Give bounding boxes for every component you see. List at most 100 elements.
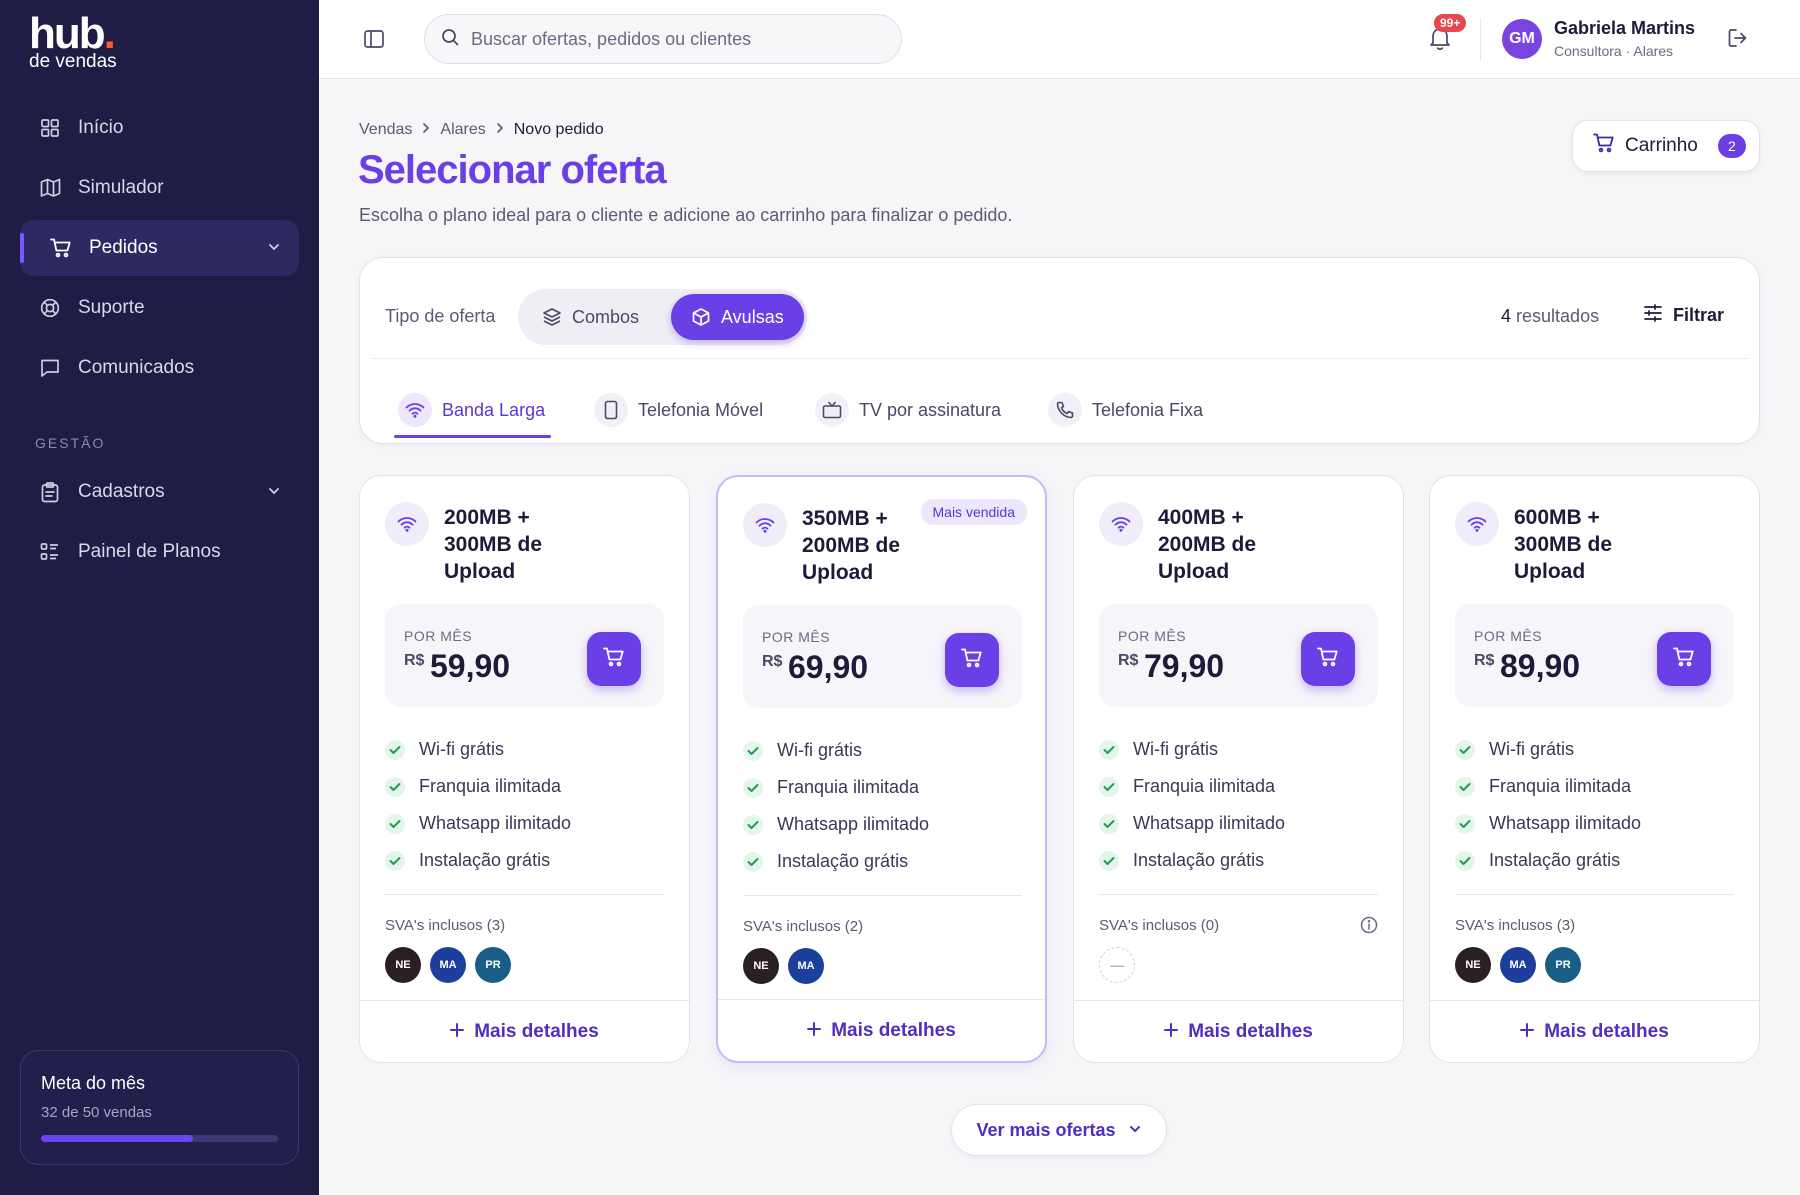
plan-name: 600MB + 300MB de Upload <box>1514 506 1613 583</box>
app-logo[interactable]: hub. de vendas <box>29 12 117 72</box>
check-icon <box>385 850 405 871</box>
sidebar-item-label: Painel de Planos <box>78 541 221 562</box>
sidebar-item-comunicados[interactable]: Comunicados <box>20 340 299 396</box>
page-subtitle: Escolha o plano ideal para o cliente e a… <box>359 205 1013 225</box>
tab-telefonia-fixa[interactable]: Telefonia Fixa <box>1048 382 1203 438</box>
offer-type-toggle: Combos Avulsas <box>518 289 807 345</box>
logout-icon[interactable] <box>1727 27 1749 54</box>
check-icon <box>1455 776 1475 797</box>
feature-text: Franquia ilimitada <box>777 777 920 797</box>
wifi-icon <box>1099 502 1143 546</box>
sva-badge[interactable]: NE <box>385 947 421 983</box>
combos-toggle-button[interactable]: Combos <box>532 294 662 340</box>
goal-subtitle: 32 de 50 vendas <box>41 1104 152 1121</box>
more-details-label: Mais detalhes <box>831 1019 956 1041</box>
sidebar-item-label: Suporte <box>78 297 145 318</box>
tab-tv-por-assinatura[interactable]: TV por assinatura <box>815 382 1001 438</box>
add-to-cart-button[interactable] <box>1657 632 1711 686</box>
breadcrumb: Vendas Alares Novo pedido <box>359 121 604 139</box>
filter-button[interactable]: Filtrar <box>1643 304 1724 327</box>
cart-icon <box>1317 647 1339 672</box>
check-icon <box>1099 813 1119 834</box>
price-period-label: POR MÊS <box>404 628 473 644</box>
list-item: Franquia ilimitada <box>1455 768 1735 805</box>
search-input[interactable] <box>471 28 871 50</box>
goal-title: Meta do mês <box>41 1073 146 1093</box>
breadcrumb-current: Novo pedido <box>513 121 604 138</box>
chevron-down-icon <box>1128 1120 1142 1141</box>
sidebar-item-simulador[interactable]: Simulador <box>20 160 299 216</box>
wifi-icon <box>1455 502 1499 546</box>
breadcrumb-item[interactable]: Vendas <box>359 121 412 139</box>
breadcrumb-item[interactable]: Alares <box>440 121 485 139</box>
sva-badge[interactable]: NE <box>1455 947 1491 983</box>
page-title: Selecionar oferta <box>358 148 667 192</box>
sidebar-item-pedidos[interactable]: Pedidos <box>20 220 299 276</box>
wifi-icon <box>743 503 787 547</box>
sva-badge[interactable]: MA <box>1500 947 1536 983</box>
list-icon <box>39 541 61 563</box>
sva-badges: NE MA PR <box>385 947 511 983</box>
check-icon <box>743 777 763 798</box>
cart-button[interactable]: Carrinho 2 <box>1572 120 1760 172</box>
add-to-cart-button[interactable] <box>587 632 641 686</box>
list-item: Whatsapp ilimitado <box>1455 805 1735 842</box>
list-item: Instalação grátis <box>1455 842 1735 879</box>
more-details-button[interactable]: Mais detalhes <box>1430 1000 1759 1062</box>
cart-icon <box>1593 133 1615 159</box>
filter-label: Filtrar <box>1673 305 1725 325</box>
check-icon <box>743 740 763 761</box>
sidebar-item-suporte[interactable]: Suporte <box>20 280 299 336</box>
wifi-icon <box>398 393 432 427</box>
sidebar-item-painel-de-planos[interactable]: Painel de Planos <box>20 524 299 580</box>
list-item: Franquia ilimitada <box>1099 768 1379 805</box>
sva-badge[interactable]: MA <box>430 947 466 983</box>
sidebar-item-inicio[interactable]: Início <box>20 100 299 156</box>
sva-badge[interactable]: MA <box>788 948 824 984</box>
add-to-cart-button[interactable] <box>1301 632 1355 686</box>
avatar[interactable]: GM <box>1502 19 1542 59</box>
sva-label: SVA's inclusos (3) <box>1455 917 1576 934</box>
sidebar-toggle-icon[interactable] <box>363 28 385 55</box>
best-seller-badge: Mais vendida <box>920 499 1027 525</box>
sidebar-item-cadastros[interactable]: Cadastros <box>20 464 299 520</box>
feature-text: Franquia ilimitada <box>1489 776 1632 796</box>
check-icon <box>385 739 405 760</box>
sva-badge[interactable]: NE <box>743 948 779 984</box>
avulsas-toggle-button[interactable]: Avulsas <box>671 294 804 340</box>
sidebar-item-label: Pedidos <box>89 237 158 258</box>
feature-text: Whatsapp ilimitado <box>777 814 930 834</box>
feature-text: Wi-fi grátis <box>777 740 862 760</box>
see-more-offers-button[interactable]: Ver mais ofertas <box>951 1104 1167 1156</box>
add-to-cart-button[interactable] <box>945 633 999 687</box>
feature-text: Whatsapp ilimitado <box>1489 813 1642 833</box>
check-icon <box>1455 813 1475 834</box>
divider <box>743 895 1022 896</box>
main-nav: Início Simulador Pedidos Suporte Comunic… <box>20 100 299 400</box>
list-item: Instalação grátis <box>1099 842 1379 879</box>
see-more-label: Ver mais ofertas <box>976 1119 1116 1140</box>
cart-icon <box>1673 647 1695 672</box>
cart-icon <box>961 648 983 673</box>
sva-badge[interactable]: PR <box>1545 947 1581 983</box>
more-details-button[interactable]: Mais detalhes <box>360 1000 689 1062</box>
tab-banda-larga[interactable]: Banda Larga <box>393 382 552 438</box>
chevron-down-icon[interactable] <box>267 238 281 260</box>
offer-card-featured: 350MB + 200MB de Upload Mais vendida POR… <box>716 475 1047 1063</box>
tab-label: Telefonia Fixa <box>1092 399 1204 420</box>
more-details-button[interactable]: Mais detalhes <box>718 999 1045 1061</box>
list-item: Wi-fi grátis <box>1099 731 1379 768</box>
sva-empty-placeholder: — <box>1099 947 1135 983</box>
cart-icon <box>603 647 625 672</box>
more-details-button[interactable]: Mais detalhes <box>1074 1000 1403 1062</box>
offer-card: 400MB + 200MB de Upload POR MÊS R$ 79,90… <box>1073 475 1404 1063</box>
list-item: Instalação grátis <box>385 842 665 879</box>
search-box <box>424 14 902 64</box>
sva-badge[interactable]: PR <box>475 947 511 983</box>
chevron-down-icon[interactable] <box>267 482 281 504</box>
check-icon <box>1455 850 1475 871</box>
price-box: POR MÊS R$ 89,90 <box>1455 604 1734 707</box>
divider <box>1480 18 1481 60</box>
tab-telefonia-movel[interactable]: Telefonia Móvel <box>594 382 763 438</box>
info-icon[interactable] <box>1360 916 1378 939</box>
